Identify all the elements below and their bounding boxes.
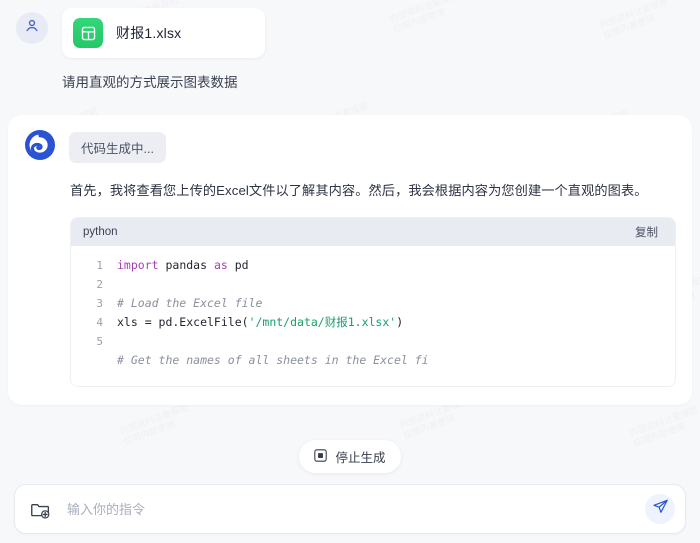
stop-generation-button[interactable]: 停止生成 — [299, 440, 401, 473]
stop-generation-label: 停止生成 — [335, 451, 386, 465]
user-avatar — [16, 12, 48, 44]
folder-add-icon[interactable] — [27, 496, 53, 522]
code-line-content: # Load the Excel file — [117, 296, 263, 310]
user-prompt-text: 请用直观的方式展示图表数据 — [62, 75, 238, 90]
stop-square-icon — [314, 448, 328, 465]
send-message-button[interactable] — [645, 494, 675, 524]
message-input[interactable] — [65, 500, 645, 518]
generation-status-chip: 代码生成中... — [69, 131, 166, 163]
code-line: # Get the names of all sheets in the Exc… — [71, 351, 675, 370]
code-line-number: 4 — [96, 316, 103, 329]
stop-generation-row: 停止生成 — [0, 440, 700, 473]
code-content: 1 import pandas as pd 2 3 # Load the Excel f… — [71, 246, 675, 386]
assistant-header: 代码生成中... — [24, 129, 676, 166]
code-block-header: python 复制 — [71, 218, 675, 246]
bottom-strip — [0, 537, 700, 543]
excel-grid-icon — [73, 18, 103, 48]
assistant-avatar — [24, 129, 56, 166]
person-icon — [23, 17, 41, 40]
code-language-label: python — [83, 226, 118, 238]
code-line-content: import pandas as pd — [117, 258, 249, 272]
code-line-content: # Get the names of all sheets in the Exc… — [117, 353, 429, 367]
user-message: 财报1.xlsx 请用直观的方式展示图表数据 — [0, 0, 700, 93]
code-line-number: 3 — [96, 297, 103, 310]
code-line: 1 import pandas as pd — [71, 256, 675, 275]
code-line-number: 1 — [96, 259, 103, 272]
send-plane-icon — [652, 498, 669, 520]
assistant-swirl-logo-icon — [24, 129, 56, 166]
assistant-message-card: 代码生成中... 首先，我将查看您上传的Excel文件以了解其内容。然后，我会根… — [8, 115, 692, 405]
code-line: 3 # Load the Excel file — [71, 294, 675, 313]
code-line: 5 — [71, 332, 675, 351]
code-line-number: 2 — [96, 278, 103, 291]
file-name-label: 财报1.xlsx — [116, 25, 182, 41]
copy-code-button[interactable]: 复制 — [630, 222, 663, 242]
code-line: 2 — [71, 275, 675, 294]
code-line: 4 xls = pd.ExcelFile('/mnt/data/财报1.xlsx'… — [71, 313, 675, 332]
code-line-number: 5 — [96, 335, 103, 348]
uploaded-file-card[interactable]: 财报1.xlsx — [62, 8, 265, 58]
code-block: python 复制 1 import pandas as pd 2 3 # Load t… — [70, 217, 676, 387]
assistant-paragraph: 首先，我将查看您上传的Excel文件以了解其内容。然后，我会根据内容为您创建一个… — [70, 183, 648, 198]
message-composer — [14, 484, 686, 534]
chat-scroll-area: 财报1.xlsx 请用直观的方式展示图表数据 代码生成中... 首先，我将查看您… — [0, 0, 700, 470]
code-line-content: xls = pd.ExcelFile('/mnt/data/财报1.xlsx') — [117, 315, 404, 329]
